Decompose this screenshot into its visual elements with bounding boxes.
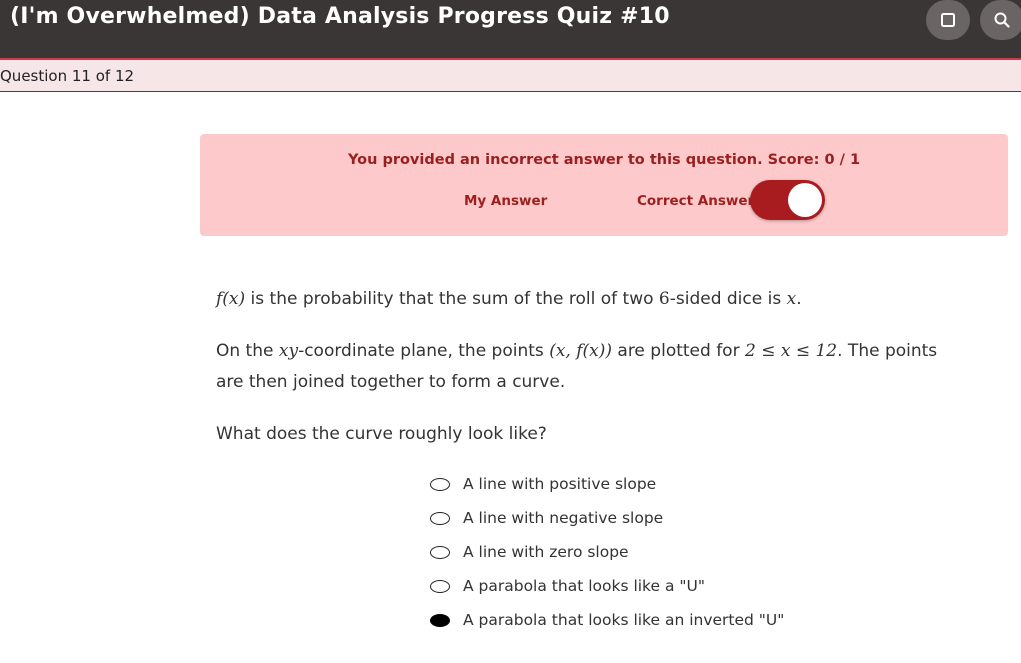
math-points: (x, f(x)) [549, 341, 612, 361]
math-fx: f(x) [216, 289, 246, 309]
question-progress-bar: Question 11 of 12 [0, 58, 1021, 92]
choice-option[interactable]: A line with negative slope [430, 506, 663, 530]
math-xy: xy [278, 341, 299, 361]
app-header: (I'm Overwhelmed) Data Analysis Progress… [0, 0, 1021, 58]
choice-label: A line with zero slope [463, 543, 629, 561]
radio-button[interactable] [430, 511, 450, 525]
choice-option[interactable]: A parabola that looks like an inverted "… [430, 608, 784, 632]
question-text: -coordinate plane, the points [298, 341, 550, 361]
choice-label: A parabola that looks like an inverted "… [463, 611, 785, 629]
my-answer-label: My Answer [464, 193, 548, 209]
choice-label: A line with positive slope [463, 475, 657, 493]
answer-toggle[interactable] [750, 180, 825, 220]
question-text: are plotted for [612, 341, 745, 361]
feedback-message: You provided an incorrect answer to this… [347, 152, 861, 168]
choice-label: A parabola that looks like a "U" [463, 577, 705, 595]
question-text: On the [216, 341, 279, 361]
page-title: (I'm Overwhelmed) Data Analysis Progress… [10, 4, 670, 29]
search-icon[interactable] [980, 0, 1021, 40]
math-range: 2 ≤ x ≤ 12 [744, 341, 838, 361]
math-x: x [786, 289, 797, 309]
question-text: is the probability that the sum of the r… [245, 289, 659, 309]
question-text: -sided dice is [669, 289, 787, 309]
question-counter: Question 11 of 12 [0, 67, 135, 85]
radio-button[interactable] [430, 545, 450, 559]
question-paragraph-2-line-2: are then joined together to form a curve… [216, 372, 566, 392]
feedback-alert: You provided an incorrect answer to this… [200, 134, 1008, 236]
radio-button[interactable] [430, 477, 450, 491]
choice-option[interactable]: A line with zero slope [430, 540, 629, 564]
choice-option[interactable]: A parabola that looks like a "U" [430, 574, 705, 598]
question-text: . The points [837, 341, 938, 361]
toggle-knob [788, 183, 822, 217]
square-icon[interactable] [926, 0, 970, 40]
question-paragraph-1: f(x) is the probability that the sum of … [216, 289, 802, 309]
question-paragraph-2: On the xy-coordinate plane, the points (… [216, 336, 937, 367]
math-six: 6 [658, 289, 670, 309]
radio-button[interactable] [430, 579, 450, 593]
radio-button-selected[interactable] [430, 613, 450, 627]
choice-option[interactable]: A line with positive slope [430, 472, 656, 496]
question-prompt: What does the curve roughly look like? [216, 424, 547, 444]
correct-answer-label: Correct Answer [637, 193, 755, 209]
choice-label: A line with negative slope [463, 509, 664, 527]
